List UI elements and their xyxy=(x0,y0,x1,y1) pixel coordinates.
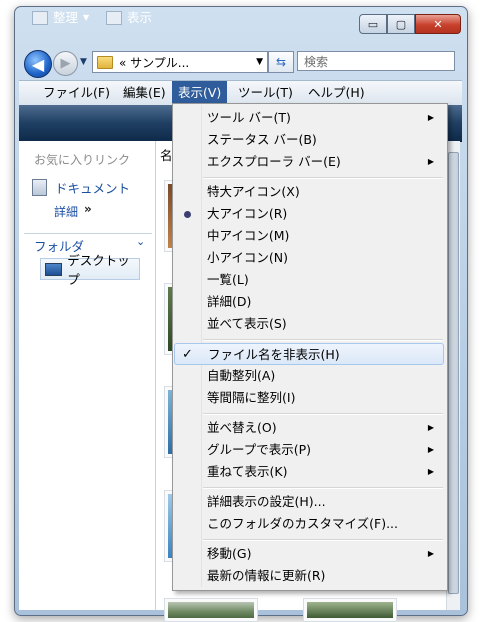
menu-item-label: 並べて表示(S) xyxy=(207,316,287,331)
view-menu-toolbar[interactable]: ツール バー(T) ▶ xyxy=(174,107,444,129)
views-label: 表示 xyxy=(127,10,153,25)
view-menu-details[interactable]: 詳細(D) xyxy=(174,291,444,313)
column-header-name[interactable]: 名 xyxy=(160,145,173,164)
menu-separator xyxy=(203,177,443,179)
refresh-button[interactable]: ⇆ xyxy=(268,51,294,73)
menu-separator xyxy=(203,339,443,341)
view-menu-large-icons[interactable]: 大アイコン(R) xyxy=(174,203,444,225)
menu-help[interactable]: ヘルプ(H) xyxy=(302,81,371,105)
documents-icon xyxy=(32,179,47,196)
menu-item-label: 等間隔に整列(I) xyxy=(207,390,296,405)
submenu-arrow-icon: ▶ xyxy=(427,157,434,166)
menu-item-label: 詳細(D) xyxy=(207,294,252,309)
menu-item-label: 一覧(L) xyxy=(207,272,249,287)
back-arrow-icon: ◀ xyxy=(31,54,45,74)
menu-item-label: グループで表示(P) xyxy=(207,442,312,457)
menu-separator xyxy=(203,413,443,415)
view-menu-statusbar[interactable]: ステータス バー(B) xyxy=(174,129,444,151)
view-menu-extra-large-icons[interactable]: 特大アイコン(X) xyxy=(174,181,444,203)
folders-chevron-icon[interactable]: ⌄ xyxy=(136,235,145,248)
favorite-documents[interactable]: ドキュメント xyxy=(32,178,130,197)
menu-tools[interactable]: ツール(T) xyxy=(232,81,299,105)
menu-item-label: ステータス バー(B) xyxy=(207,132,317,147)
view-menu-go-to[interactable]: 移動(G) ▶ xyxy=(174,543,444,565)
menu-item-label: 小アイコン(N) xyxy=(207,250,288,265)
menu-item-label: 最新の情報に更新(R) xyxy=(207,568,326,583)
forward-arrow-icon: ▶ xyxy=(60,56,71,71)
radio-bullet-icon xyxy=(184,211,191,218)
recent-pages-dropdown[interactable]: ▼ xyxy=(80,57,87,67)
view-menu-list[interactable]: 一覧(L) xyxy=(174,269,444,291)
submenu-arrow-icon: ▶ xyxy=(427,423,434,432)
menu-separator xyxy=(203,539,443,541)
menu-separator xyxy=(203,487,443,489)
thumbnail[interactable] xyxy=(164,598,258,622)
caption-buttons: ▭ ▢ ✕ xyxy=(359,14,461,34)
desktop-icon xyxy=(45,262,63,276)
menu-item-label: 重ねて表示(K) xyxy=(207,464,288,479)
more-chevron-icon[interactable]: » xyxy=(84,202,92,216)
submenu-arrow-icon: ▶ xyxy=(427,113,434,122)
view-menu-sort-by[interactable]: 並べ替え(O) ▶ xyxy=(174,417,444,439)
breadcrumb[interactable]: « サンプル... xyxy=(119,54,189,71)
chevron-down-icon: ▼ xyxy=(83,13,90,22)
menu-edit[interactable]: 編集(E) xyxy=(117,81,172,105)
organize-icon xyxy=(32,11,48,25)
view-menu-customize-folder[interactable]: このフォルダのカスタマイズ(F)... xyxy=(174,513,444,535)
menu-item-label: 並べ替え(O) xyxy=(207,420,277,435)
submenu-arrow-icon: ▶ xyxy=(427,467,434,476)
address-bar[interactable]: « サンプル... ▼ xyxy=(92,51,268,73)
view-menu-hide-filenames[interactable]: ✓ ファイル名を非表示(H) xyxy=(174,343,444,365)
menu-item-label: ファイル名を非表示(H) xyxy=(208,347,340,362)
minimize-button[interactable]: ▭ xyxy=(359,14,387,34)
menu-item-label: ツール バー(T) xyxy=(207,110,291,125)
menu-item-label: 自動整列(A) xyxy=(207,368,276,383)
view-menu-medium-icons[interactable]: 中アイコン(M) xyxy=(174,225,444,247)
view-menu-auto-arrange[interactable]: 自動整列(A) xyxy=(174,365,444,387)
menu-item-label: 大アイコン(R) xyxy=(207,206,288,221)
menu-item-label: 中アイコン(M) xyxy=(207,228,290,243)
view-menu-small-icons[interactable]: 小アイコン(N) xyxy=(174,247,444,269)
submenu-arrow-icon: ▶ xyxy=(427,445,434,454)
menu-file[interactable]: ファイル(F) xyxy=(37,81,116,105)
more-link[interactable]: 詳細 xyxy=(54,203,78,220)
forward-button[interactable]: ▶ xyxy=(53,51,78,76)
maximize-button[interactable]: ▢ xyxy=(387,14,415,34)
favorites-header: お気に入りリンク xyxy=(34,153,131,167)
submenu-arrow-icon: ▶ xyxy=(427,549,434,558)
checkmark-icon: ✓ xyxy=(182,347,193,362)
scrollbar-thumb[interactable] xyxy=(448,152,459,594)
views-icon xyxy=(106,11,122,25)
view-menu-tiles[interactable]: 並べて表示(S) xyxy=(174,313,444,335)
desktop-label: デスクトップ xyxy=(67,253,130,287)
folder-tree-desktop[interactable]: デスクトップ xyxy=(40,253,140,287)
close-button[interactable]: ✕ xyxy=(415,14,461,34)
menu-item-label: 移動(G) xyxy=(207,546,252,561)
menu-item-label: 詳細表示の設定(H)... xyxy=(207,494,326,509)
menu-item-label: このフォルダのカスタマイズ(F)... xyxy=(207,516,398,531)
menu-item-label: エクスプローラ バー(E) xyxy=(207,154,341,169)
search-input[interactable]: 検索 xyxy=(297,51,455,71)
menu-item-label: 特大アイコン(X) xyxy=(207,184,300,199)
menu-view[interactable]: 表示(V) xyxy=(172,81,228,105)
view-menu-explorer-bar[interactable]: エクスプローラ バー(E) ▶ xyxy=(174,151,444,173)
documents-label: ドキュメント xyxy=(55,181,131,196)
chevron-down-icon[interactable]: ▼ xyxy=(256,57,263,67)
folder-icon xyxy=(97,55,113,69)
refresh-icon: ⇆ xyxy=(275,55,287,69)
back-button[interactable]: ◀ xyxy=(24,50,52,78)
view-menu-refresh[interactable]: 最新の情報に更新(R) xyxy=(174,565,444,587)
thumbnail[interactable] xyxy=(303,598,397,622)
organize-label: 整理 xyxy=(53,10,79,25)
views-button[interactable]: 表示 xyxy=(106,8,152,28)
view-menu-choose-details[interactable]: 詳細表示の設定(H)... xyxy=(174,491,444,513)
organize-button[interactable]: 整理 ▼ xyxy=(32,8,89,28)
view-menu-group-by[interactable]: グループで表示(P) ▶ xyxy=(174,439,444,461)
view-menu-align-to-grid[interactable]: 等間隔に整列(I) xyxy=(174,387,444,409)
view-menu-stack-by[interactable]: 重ねて表示(K) ▶ xyxy=(174,461,444,483)
search-placeholder: 検索 xyxy=(304,54,329,69)
